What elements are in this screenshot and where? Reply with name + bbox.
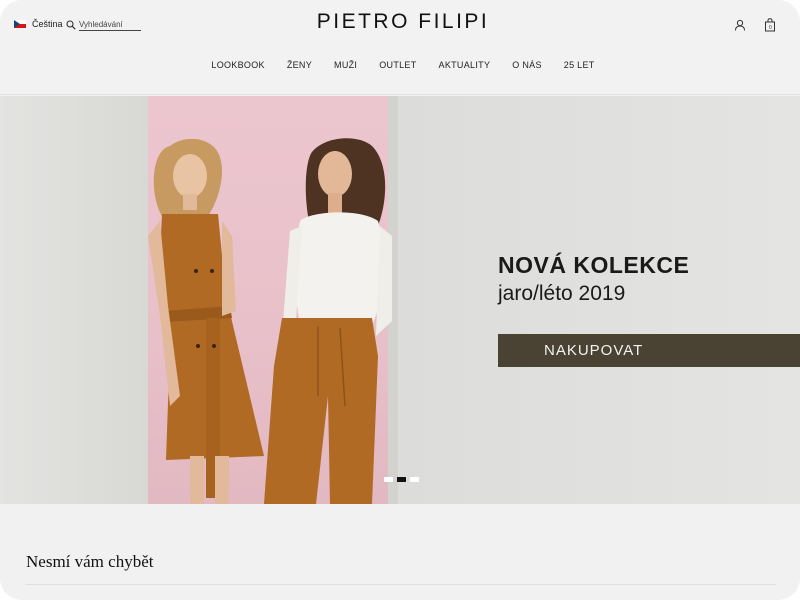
hero-title: NOVÁ KOLEKCE bbox=[498, 252, 690, 278]
shop-now-button[interactable]: NAKUPOVAT bbox=[498, 334, 800, 367]
section-divider bbox=[26, 584, 776, 585]
hero-models-image bbox=[148, 138, 392, 504]
main-navigation: LOOKBOOK ŽENY MUŽI OUTLET AKTUALITY O NÁ… bbox=[0, 60, 800, 70]
user-icon[interactable] bbox=[734, 19, 746, 31]
carousel-dot-2[interactable] bbox=[397, 477, 406, 482]
nav-item-25-let[interactable]: 25 LET bbox=[564, 60, 595, 70]
carousel-dot-1[interactable] bbox=[384, 477, 393, 482]
nav-item-muzi[interactable]: MUŽI bbox=[334, 60, 357, 70]
site-header: Čeština PIETRO FILIPI 0 bbox=[0, 0, 800, 95]
nav-item-o-nas[interactable]: O NÁS bbox=[512, 60, 542, 70]
carousel-indicators bbox=[384, 477, 419, 482]
nav-item-aktuality[interactable]: AKTUALITY bbox=[439, 60, 491, 70]
browser-viewport: Čeština PIETRO FILIPI 0 bbox=[0, 0, 800, 600]
nav-item-outlet[interactable]: OUTLET bbox=[379, 60, 416, 70]
carousel-dot-3[interactable] bbox=[410, 477, 419, 482]
header-actions: 0 bbox=[734, 18, 776, 32]
must-have-section: Nesmí vám chybět bbox=[0, 504, 800, 600]
model-left bbox=[148, 138, 264, 504]
section-title: Nesmí vám chybět bbox=[26, 552, 154, 571]
cart-count-badge: 0 bbox=[769, 25, 772, 31]
nav-item-zeny[interactable]: ŽENY bbox=[287, 60, 312, 70]
hero-subtitle: jaro/léto 2019 bbox=[498, 282, 626, 305]
nav-item-lookbook[interactable]: LOOKBOOK bbox=[211, 60, 264, 70]
cart-button[interactable]: 0 bbox=[764, 18, 776, 32]
hero-banner[interactable]: NOVÁ KOLEKCE jaro/léto 2019 NAKUPOVAT bbox=[0, 96, 800, 504]
brand-logo[interactable]: PIETRO FILIPI bbox=[0, 10, 800, 34]
model-right bbox=[264, 138, 392, 504]
